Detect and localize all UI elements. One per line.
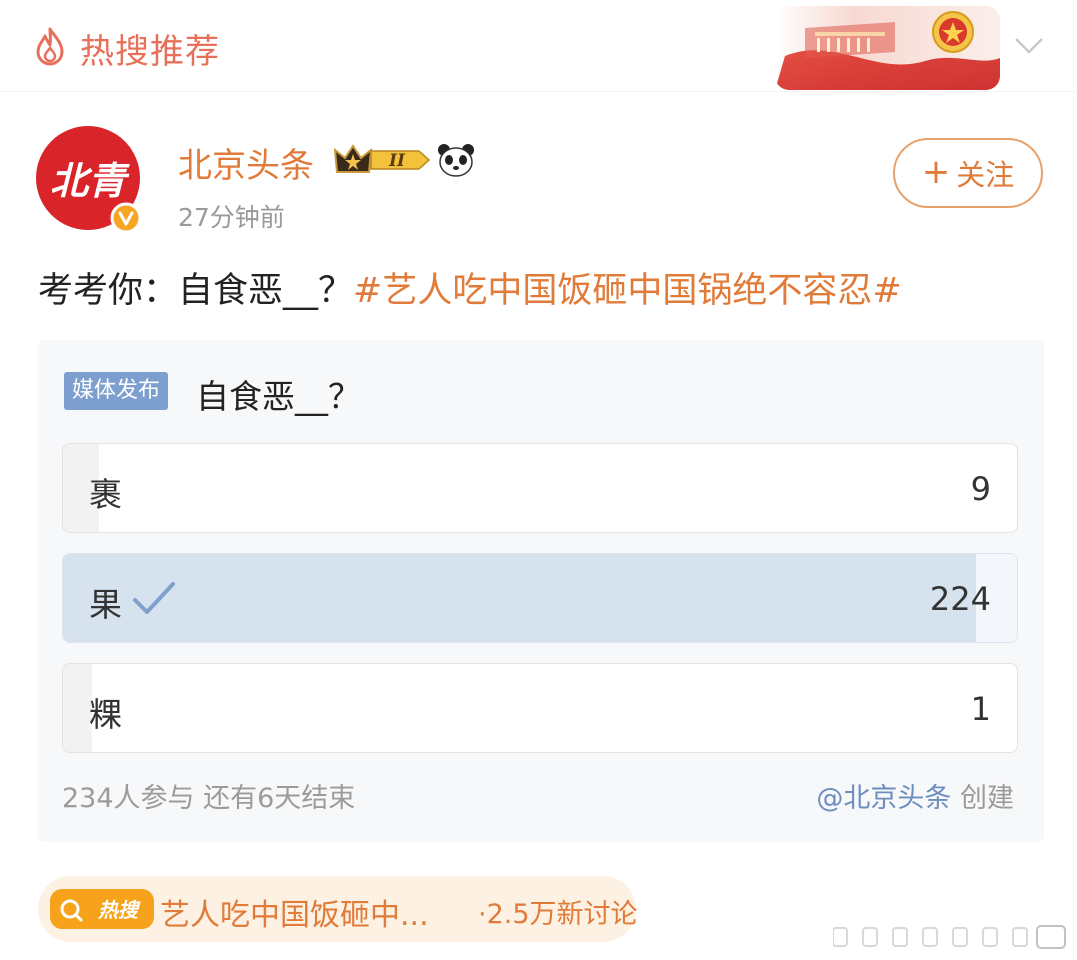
poll-option-count: 1 (970, 690, 991, 728)
plus-icon: + (921, 151, 951, 192)
hot-search-icon: 热搜 (50, 889, 154, 929)
creator-suffix: 创建 (951, 783, 1014, 814)
national-day-banner-image[interactable] (775, 6, 1000, 90)
page-indicator (833, 925, 1066, 949)
top-divider (0, 91, 1077, 92)
avatar-logo-text: 北青 (50, 158, 130, 203)
creator-mention-link[interactable]: @北京头条 (816, 783, 951, 814)
hot-topic-text: 艺人吃中国饭砸中... (160, 898, 429, 933)
vip-crown-icon: II (333, 142, 433, 178)
media-release-badge: 媒体发布 (64, 372, 169, 410)
chevron-down-icon[interactable] (1012, 30, 1046, 60)
poll-option-label: 果 (89, 585, 122, 624)
follow-button[interactable]: + 关注 (893, 138, 1043, 208)
post-hashtag-link[interactable]: #艺人吃中国饭砸中国锅绝不容忍# (353, 271, 902, 311)
poll-creator: @北京头条 创建 (816, 776, 1014, 815)
crown-level-text: II (388, 151, 406, 171)
poll-option[interactable]: 粿 1 (62, 663, 1018, 753)
poll-card: 媒体发布 自食恶__？ 裹 9 果 224 粿 1 234人参与 还有6天结束 … (38, 340, 1044, 842)
poll-option-selected[interactable]: 果 224 (62, 553, 1018, 643)
poll-stats: 234人参与 还有6天结束 (62, 783, 356, 814)
hot-recommend-title: 热搜推荐 (80, 32, 220, 72)
post-text: 考考你：自食恶__？#艺人吃中国饭砸中国锅绝不容忍# (38, 262, 902, 313)
hot-discussion-count: ·2.5万新讨论 (478, 899, 638, 930)
top-bar: 热搜推荐 (0, 0, 1077, 92)
panda-icon (436, 142, 476, 178)
poll-option-fill (63, 554, 976, 642)
author-avatar[interactable]: 北青 (36, 126, 144, 234)
checkmark-icon (133, 582, 175, 614)
poll-title: 自食恶__？ (196, 377, 361, 416)
post-prefix: 考考你：自食恶__？ (38, 271, 354, 311)
follow-label: 关注 (956, 158, 1015, 192)
poll-option-label: 粿 (89, 695, 122, 734)
poll-option-fill (63, 664, 92, 752)
poll-option-count: 9 (970, 470, 991, 508)
poll-option[interactable]: 裹 9 (62, 443, 1018, 533)
post-time: 27分钟前 (178, 203, 285, 232)
hot-search-bar[interactable]: 热搜 艺人吃中国饭砸中... ·2.5万新讨论 (38, 876, 638, 942)
hot-icon-text: 热搜 (97, 898, 141, 922)
poll-option-label: 裹 (89, 475, 122, 514)
poll-option-count: 224 (929, 580, 991, 618)
author-name[interactable]: 北京头条 (178, 138, 314, 187)
flame-icon (36, 27, 64, 66)
